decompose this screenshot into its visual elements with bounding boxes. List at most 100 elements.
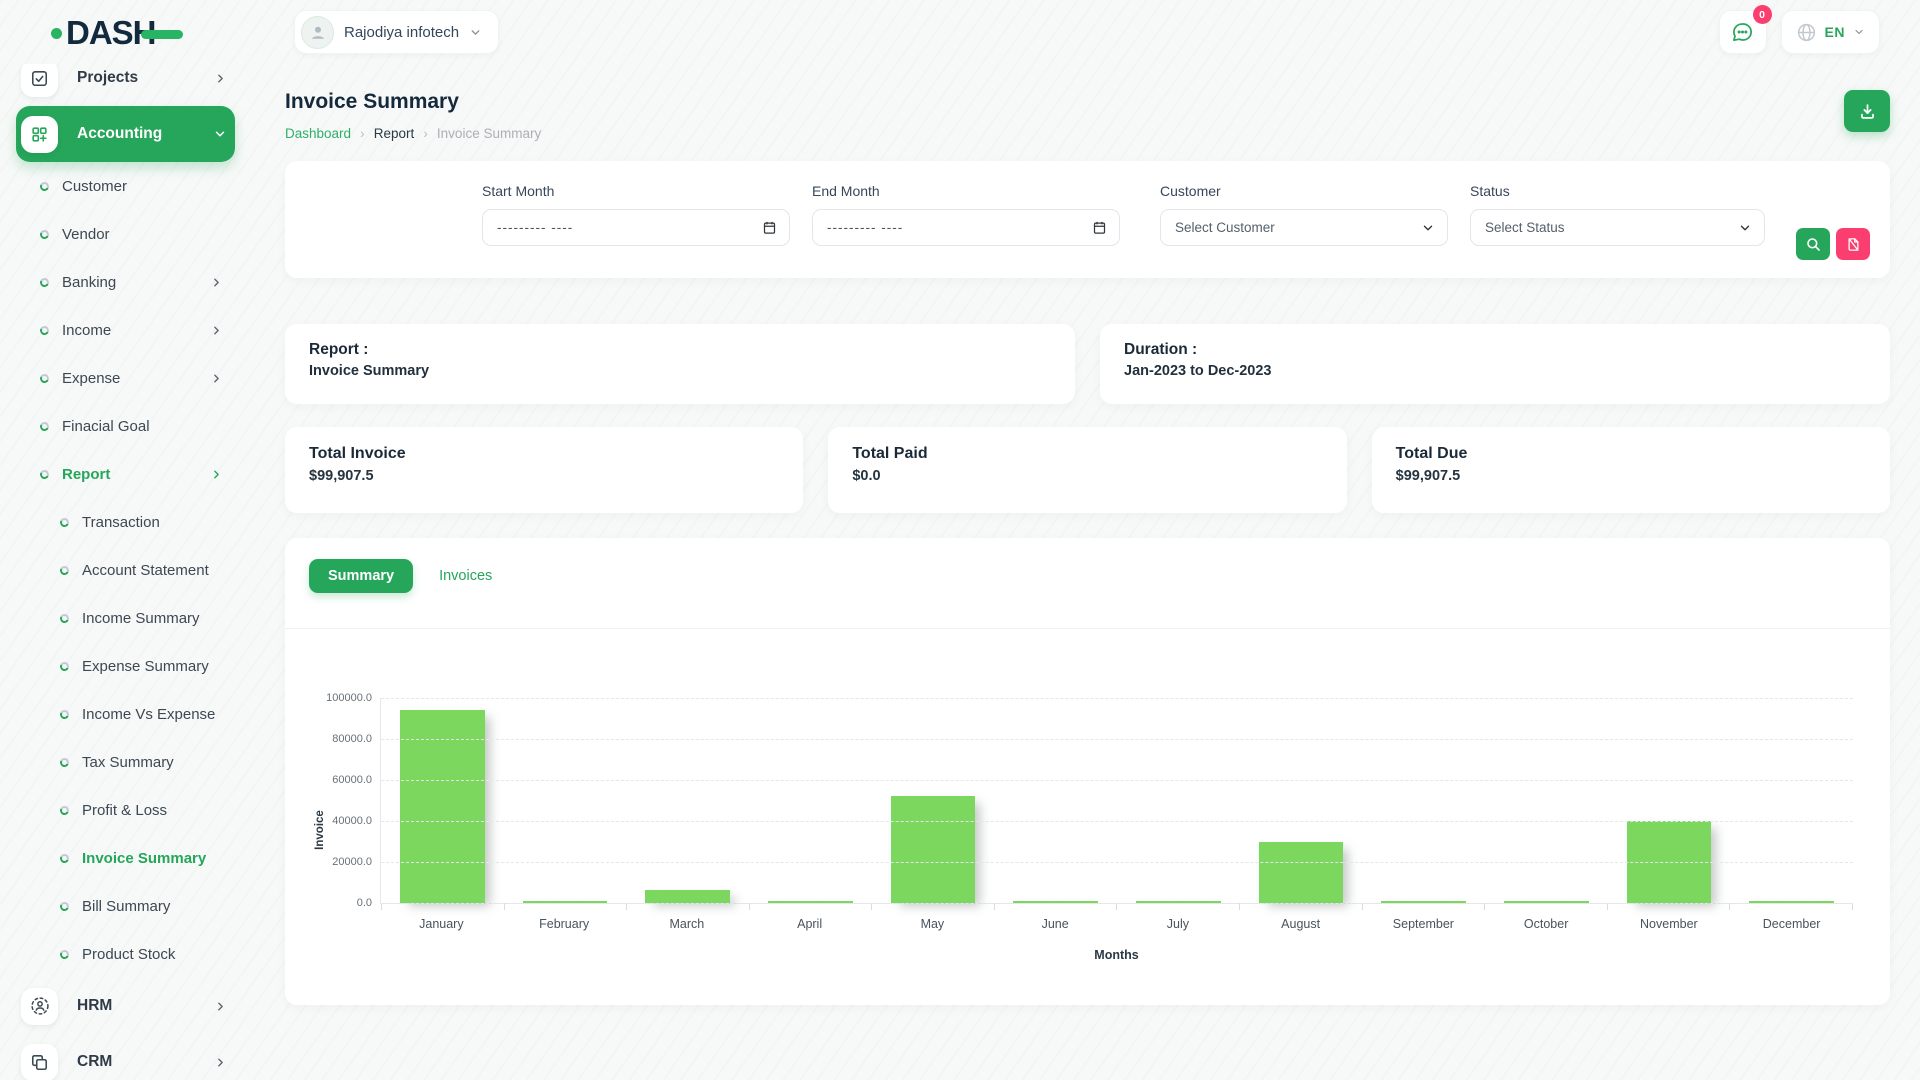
start-month-input[interactable]: --------- ----	[482, 209, 790, 246]
sidebar-item-bill-summary[interactable]: Bill Summary	[0, 882, 245, 930]
sidebar-item-report[interactable]: Report	[0, 450, 245, 498]
x-axis-tick	[1363, 903, 1486, 910]
total-paid-card: Total Paid$0.0	[828, 427, 1346, 513]
bar-september[interactable]	[1362, 698, 1485, 903]
x-tick-label: August	[1239, 917, 1362, 931]
sidebar-item-hrm[interactable]: HRM	[16, 978, 235, 1034]
end-month-input[interactable]: --------- ----	[812, 209, 1120, 246]
x-axis-tick	[381, 903, 505, 910]
chevron-down-icon	[213, 127, 227, 141]
breadcrumb-separator: ›	[360, 125, 365, 141]
x-tick-label: October	[1485, 917, 1608, 931]
sidebar-item-income-vs-expense[interactable]: Income Vs Expense	[0, 690, 245, 738]
breadcrumb-report[interactable]: Report	[374, 126, 415, 141]
chevron-right-icon	[210, 372, 223, 385]
company-switcher[interactable]: Rajodiya infotech	[294, 10, 499, 54]
sidebar-item-product-stock[interactable]: Product Stock	[0, 930, 245, 978]
bullet-icon	[39, 228, 51, 240]
sidebar-item-income[interactable]: Income	[0, 306, 245, 354]
x-tick-label: May	[871, 917, 994, 931]
sidebar-item-profit-loss[interactable]: Profit & Loss	[0, 786, 245, 834]
chevron-down-icon	[469, 26, 482, 39]
stat-value: $99,907.5	[1396, 468, 1866, 484]
bar-december[interactable]	[1730, 698, 1853, 903]
x-tick-label: November	[1608, 917, 1731, 931]
sidebar-item-finacial-goal[interactable]: Finacial Goal	[0, 402, 245, 450]
crm-icon	[30, 1053, 49, 1072]
y-tick-label: 20000.0	[332, 856, 372, 868]
bar-november[interactable]	[1608, 698, 1731, 903]
gridline	[381, 903, 1853, 904]
sidebar-item-customer[interactable]: Customer	[0, 162, 245, 210]
reset-filter-button[interactable]	[1836, 228, 1870, 260]
breadcrumb-dashboard[interactable]: Dashboard	[285, 126, 351, 141]
bar-october[interactable]	[1485, 698, 1608, 903]
bullet-icon	[59, 708, 71, 720]
brand-logo[interactable]: DASH	[66, 16, 156, 49]
accounting-icon-box	[21, 116, 58, 153]
bar-august[interactable]	[1240, 698, 1363, 903]
gridline	[381, 739, 1853, 740]
bar-july[interactable]	[1117, 698, 1240, 903]
sidebar-item-crm[interactable]: CRM	[16, 1034, 235, 1080]
sidebar-item-label: Accounting	[77, 125, 162, 143]
sidebar-item-transaction[interactable]: Transaction	[0, 498, 245, 546]
sidebar-item-account-statement[interactable]: Account Statement	[0, 546, 245, 594]
language-selector[interactable]: EN	[1781, 10, 1880, 54]
bar-may[interactable]	[872, 698, 995, 903]
sidebar-item-label: Product Stock	[82, 946, 175, 963]
sidebar-item-tax-summary[interactable]: Tax Summary	[0, 738, 245, 786]
y-tick-label: 100000.0	[326, 692, 372, 704]
status-select[interactable]: Select Status	[1470, 209, 1765, 246]
hrm-icon-box	[21, 988, 58, 1025]
customer-label: Customer	[1160, 183, 1470, 199]
x-axis-tick	[1240, 903, 1363, 910]
sidebar-item-label: Tax Summary	[82, 754, 174, 771]
chevron-right-icon	[214, 1000, 227, 1013]
status-label: Status	[1470, 183, 1796, 199]
sidebar-item-banking[interactable]: Banking	[0, 258, 245, 306]
bar-june[interactable]	[994, 698, 1117, 903]
bar-february[interactable]	[504, 698, 627, 903]
sidebar-item-vendor[interactable]: Vendor	[0, 210, 245, 258]
calendar-icon	[1092, 220, 1107, 235]
sidebar-item-label: Income Summary	[82, 610, 200, 627]
tab-summary[interactable]: Summary	[309, 559, 413, 593]
y-tick-label: 40000.0	[332, 815, 372, 827]
sidebar-item-invoice-summary[interactable]: Invoice Summary	[0, 834, 245, 882]
sidebar-item-label: Finacial Goal	[62, 418, 150, 435]
sidebar-item-expense[interactable]: Expense	[0, 354, 245, 402]
bullet-icon	[59, 516, 71, 528]
calendar-icon	[762, 220, 777, 235]
sidebar-item-label: Invoice Summary	[82, 850, 206, 867]
chevron-right-icon	[210, 468, 223, 481]
breadcrumb-current: Invoice Summary	[437, 126, 541, 141]
sidebar-item-label: CRM	[77, 1053, 112, 1071]
sidebar-item-income-summary[interactable]: Income Summary	[0, 594, 245, 642]
x-axis-labels: JanuaryFebruaryMarchAprilMayJuneJulyAugu…	[380, 917, 1853, 931]
x-axis-tick	[995, 903, 1118, 910]
bar-january[interactable]	[381, 698, 504, 903]
download-button[interactable]	[1844, 90, 1890, 132]
chevron-right-icon	[210, 324, 223, 337]
x-tick-label: June	[994, 917, 1117, 931]
stat-label: Total Paid	[852, 445, 1322, 463]
bar	[1259, 842, 1344, 904]
bar-march[interactable]	[626, 698, 749, 903]
x-tick-label: January	[380, 917, 503, 931]
messages-button[interactable]: 0	[1719, 10, 1767, 54]
sidebar-item-expense-summary[interactable]: Expense Summary	[0, 642, 245, 690]
total-invoice-card: Total Invoice$99,907.5	[285, 427, 803, 513]
apply-filter-button[interactable]	[1796, 228, 1830, 260]
x-axis-tick	[1608, 903, 1731, 910]
globe-icon	[1796, 22, 1817, 43]
sidebar-item-accounting[interactable]: Accounting	[16, 106, 235, 162]
bullet-icon	[59, 804, 71, 816]
bar-april[interactable]	[749, 698, 872, 903]
tab-invoices[interactable]: Invoices	[439, 559, 492, 593]
duration-card-value: Jan-2023 to Dec-2023	[1124, 363, 1866, 379]
bullet-icon	[59, 660, 71, 672]
sidebar-item-projects[interactable]: Projects	[16, 64, 235, 106]
customer-select[interactable]: Select Customer	[1160, 209, 1448, 246]
download-icon	[1858, 102, 1877, 121]
